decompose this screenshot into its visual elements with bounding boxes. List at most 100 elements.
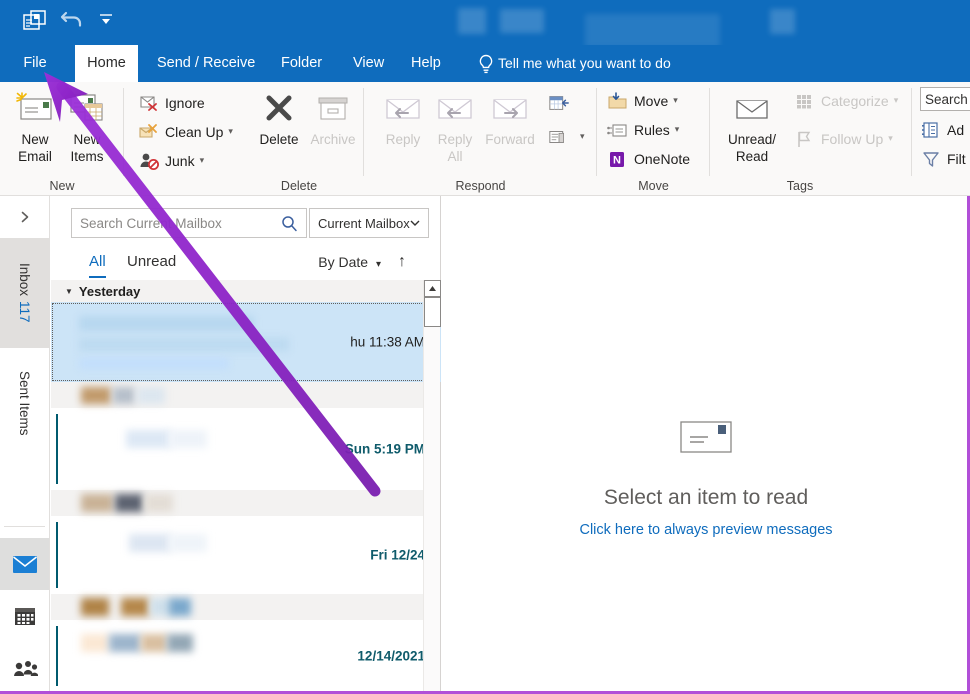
tab-view[interactable]: View bbox=[342, 45, 390, 82]
respond-more-chevron-down-icon[interactable]: ▾ bbox=[580, 131, 585, 142]
message-row[interactable]: 12/14/2021 bbox=[51, 620, 441, 692]
ribbon-group-delete: Ignore Clean Up ▾ bbox=[124, 82, 364, 196]
clean-up-button[interactable]: Clean Up ▾ bbox=[138, 117, 233, 146]
meeting-button[interactable] bbox=[548, 88, 575, 117]
message-sender-redacted bbox=[126, 430, 171, 448]
nav-module-people[interactable] bbox=[0, 642, 49, 694]
forward-button[interactable]: Forward bbox=[476, 86, 544, 147]
delete-button[interactable]: Delete bbox=[248, 86, 310, 147]
address-book-label: Ad bbox=[947, 122, 964, 138]
ignore-icon bbox=[138, 92, 160, 114]
rules-button[interactable]: Rules ▾ bbox=[607, 115, 679, 144]
follow-up-button[interactable]: Follow Up ▾ bbox=[794, 124, 893, 153]
ribbon-group-respond: Reply Reply All bbox=[364, 82, 597, 196]
message-row[interactable]: hu 11:38 AM bbox=[51, 302, 441, 382]
filter-email-button[interactable]: Filt bbox=[920, 144, 966, 173]
tell-me-search[interactable]: Tell me what you want to do bbox=[498, 45, 671, 82]
message-subject-redacted bbox=[169, 430, 207, 448]
envelope-icon bbox=[442, 418, 970, 456]
onenote-button[interactable]: N OneNote bbox=[607, 144, 690, 173]
tab-folder[interactable]: Folder bbox=[270, 45, 332, 82]
arrow-up-icon bbox=[428, 285, 437, 292]
message-row[interactable]: Fri 12/24 bbox=[51, 516, 441, 594]
message-sender-redacted bbox=[81, 634, 109, 652]
filter-all[interactable]: All bbox=[89, 248, 106, 278]
search-scope-dropdown[interactable]: Current Mailbox bbox=[309, 208, 429, 238]
meeting-icon bbox=[548, 92, 570, 114]
junk-chevron-down-icon[interactable]: ▾ bbox=[200, 155, 205, 166]
onenote-label: OneNote bbox=[634, 151, 690, 167]
unread-read-button[interactable]: Unread/ Read bbox=[718, 86, 786, 164]
redact-block bbox=[121, 598, 149, 616]
forward-icon bbox=[476, 86, 544, 130]
categorize-chevron-down-icon[interactable]: ▾ bbox=[894, 95, 899, 106]
funnel-icon bbox=[920, 148, 942, 170]
search-scope-value: Current Mailbox bbox=[318, 216, 410, 231]
message-group-header[interactable]: ▼ Yesterday bbox=[51, 280, 441, 302]
nav-module-calendar[interactable] bbox=[0, 590, 49, 642]
address-book-button[interactable]: Ad bbox=[920, 115, 964, 144]
delete-label: Delete bbox=[248, 132, 310, 147]
scroll-up-button[interactable] bbox=[424, 280, 441, 297]
junk-icon bbox=[138, 150, 160, 172]
nav-folder-sent-items[interactable]: Sent Items bbox=[0, 348, 49, 458]
flag-icon bbox=[794, 128, 816, 150]
title-redacted-2 bbox=[500, 9, 544, 33]
follow-up-chevron-down-icon[interactable]: ▾ bbox=[888, 133, 893, 144]
search-people-label: Search bbox=[925, 92, 968, 107]
nav-folder-inbox-label: Inbox bbox=[17, 263, 32, 296]
ribbon-group-tags-label: Tags bbox=[710, 179, 890, 193]
redact-block bbox=[109, 634, 141, 652]
navigation-pane-collapsed: Inbox 117 Sent Items bbox=[0, 196, 50, 694]
rules-chevron-down-icon[interactable]: ▾ bbox=[675, 124, 680, 135]
undo-icon[interactable] bbox=[58, 8, 86, 36]
sort-by-dropdown[interactable]: By Date ▾ bbox=[318, 248, 381, 278]
move-folder-icon bbox=[607, 90, 629, 112]
move-button[interactable]: Move ▾ bbox=[607, 86, 678, 115]
message-list-scrollbar[interactable] bbox=[423, 280, 440, 694]
message-row[interactable]: Sun 5:19 PM bbox=[51, 408, 441, 490]
mail-icon bbox=[12, 554, 38, 574]
junk-button[interactable]: Junk ▾ bbox=[138, 146, 204, 175]
nav-module-mail[interactable] bbox=[0, 538, 49, 590]
more-respond-button[interactable]: ▾ bbox=[548, 122, 585, 151]
archive-icon bbox=[302, 86, 364, 130]
tab-home[interactable]: Home bbox=[75, 45, 138, 82]
ribbon-tab-strip: File Home Send / Receive Folder View Hel… bbox=[0, 45, 970, 82]
scrollbar-thumb[interactable] bbox=[424, 297, 441, 327]
sort-by-value: By Date bbox=[318, 254, 368, 270]
group-collapse-triangle-icon: ▼ bbox=[65, 287, 73, 296]
ribbon-group-find: Search Ad F bbox=[912, 82, 970, 196]
clean-up-chevron-down-icon[interactable]: ▾ bbox=[228, 126, 233, 137]
unread-read-icon bbox=[718, 86, 786, 130]
categorize-button[interactable]: Categorize ▾ bbox=[794, 86, 898, 115]
title-bar bbox=[0, 0, 970, 45]
move-chevron-down-icon[interactable]: ▾ bbox=[673, 95, 678, 106]
message-subject-redacted bbox=[169, 534, 207, 552]
tab-help[interactable]: Help bbox=[400, 45, 448, 82]
new-items-button[interactable]: New Items bbox=[56, 86, 118, 164]
filter-unread[interactable]: Unread bbox=[127, 248, 176, 278]
more-respond-icon bbox=[548, 126, 570, 148]
tab-file[interactable]: File bbox=[12, 45, 58, 82]
message-preview-redacted bbox=[79, 358, 229, 369]
nav-folder-inbox[interactable]: Inbox 117 bbox=[0, 238, 49, 348]
sort-direction-button[interactable]: ↑ bbox=[398, 248, 406, 278]
expand-folder-pane-button[interactable] bbox=[0, 196, 49, 238]
delete-icon bbox=[248, 86, 310, 130]
address-book-icon bbox=[920, 119, 942, 141]
search-input[interactable]: Search Current Mailbox bbox=[71, 208, 307, 238]
reading-pane-title: Select an item to read bbox=[442, 486, 970, 510]
list-filter-row: All Unread By Date ▾ ↑ bbox=[51, 248, 441, 280]
message-row-divider-2 bbox=[51, 490, 424, 516]
ignore-button[interactable]: Ignore bbox=[138, 88, 205, 117]
always-preview-link[interactable]: Click here to always preview messages bbox=[442, 522, 970, 538]
search-people-input[interactable]: Search bbox=[920, 87, 970, 111]
outlook-window: File Home Send / Receive Folder View Hel… bbox=[0, 0, 970, 694]
search-input-placeholder: Search Current Mailbox bbox=[80, 216, 281, 231]
tab-send-receive[interactable]: Send / Receive bbox=[146, 45, 261, 82]
ribbon-group-respond-label: Respond bbox=[364, 179, 597, 193]
customize-quick-access-toolbar-icon[interactable] bbox=[95, 10, 117, 32]
search-icon bbox=[281, 215, 298, 232]
archive-button[interactable]: Archive bbox=[302, 86, 364, 147]
